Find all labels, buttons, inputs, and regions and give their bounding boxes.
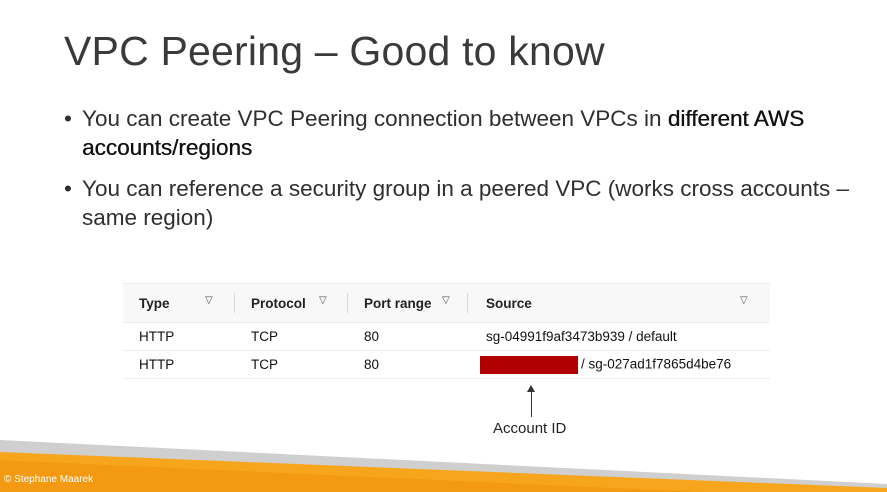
cell-type: HTTP (139, 357, 175, 372)
cell-source: / sg-027ad1f7865d4be76 (468, 355, 770, 374)
redacted-account-id (480, 355, 578, 374)
account-id-annotation: Account ID (493, 420, 567, 437)
cell-port-range: 80 (364, 357, 380, 372)
bullet-item: • You can create VPC Peering connection … (64, 104, 854, 162)
cell-source-text: / sg-027ad1f7865d4be76 (581, 356, 732, 372)
slide-title: VPC Peering – Good to know (64, 28, 605, 74)
sort-caret-icon[interactable]: ▽ (442, 295, 450, 306)
sort-caret-icon[interactable]: ▽ (740, 295, 748, 306)
bullet-text: You can reference a security group in a … (82, 176, 850, 230)
table-row[interactable]: HTTP TCP 80 sg-04991f9af3473b939 / defau… (123, 323, 770, 351)
bullet-text: You can create VPC Peering connection be… (82, 106, 668, 131)
footer-band (0, 440, 887, 492)
cell-protocol: TCP (251, 357, 278, 372)
cell-protocol: TCP (251, 329, 278, 344)
bullet-dot: • (64, 106, 72, 131)
security-group-rules-table: Type ▽ Protocol ▽ Port range ▽ Source ▽ … (123, 283, 770, 379)
sort-caret-icon[interactable]: ▽ (205, 295, 213, 306)
column-header-type[interactable]: Type ▽ (123, 284, 235, 322)
table-header: Type ▽ Protocol ▽ Port range ▽ Source ▽ (123, 283, 770, 323)
cell-port-range: 80 (364, 329, 380, 344)
bullet-dot: • (64, 176, 72, 201)
arrow-up-icon (527, 385, 536, 417)
column-header-source[interactable]: Source ▽ (468, 284, 770, 322)
sort-caret-icon[interactable]: ▽ (319, 295, 327, 306)
bullet-list: • You can create VPC Peering connection … (64, 104, 854, 244)
cell-source: sg-04991f9af3473b939 / default (486, 329, 677, 344)
bullet-item: • You can reference a security group in … (64, 174, 854, 232)
column-header-port-range[interactable]: Port range ▽ (348, 284, 468, 322)
cell-type: HTTP (139, 329, 175, 344)
column-header-protocol[interactable]: Protocol ▽ (235, 284, 348, 322)
table-row[interactable]: HTTP TCP 80 / sg-027ad1f7865d4be76 (123, 351, 770, 379)
footer-copyright: © Stephane Maarek (4, 474, 94, 485)
